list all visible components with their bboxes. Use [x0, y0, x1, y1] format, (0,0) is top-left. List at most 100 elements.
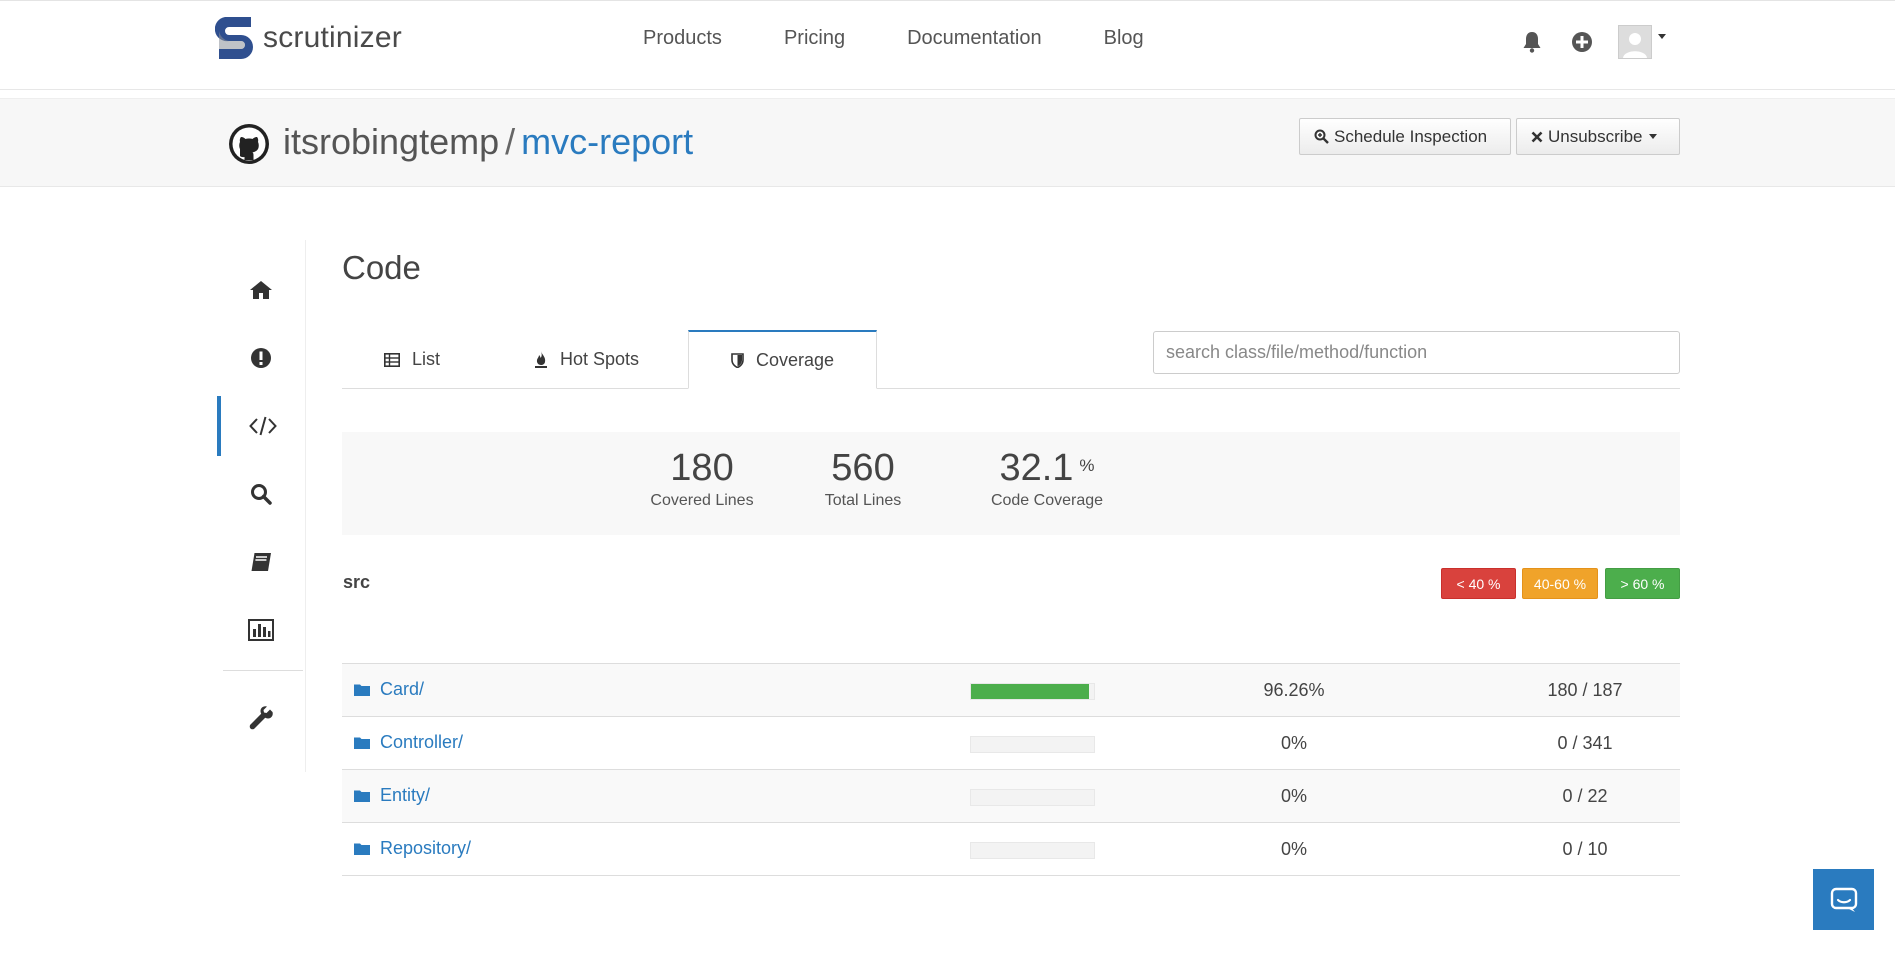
chat-icon — [1830, 887, 1857, 912]
tab-hot-spots[interactable]: Hot Spots — [534, 330, 639, 389]
nav-icons — [1518, 25, 1666, 59]
page-title: Code — [342, 249, 421, 286]
sidebar-item-statistics[interactable] — [217, 600, 305, 660]
tab-list-label: List — [412, 349, 441, 369]
repo-separator: / — [505, 121, 516, 162]
stat-label: Covered Lines — [650, 492, 754, 509]
folder-icon — [354, 736, 370, 749]
coverage-percent: 0% — [1280, 839, 1307, 859]
covered-lines: 0 / 22 — [1562, 786, 1608, 806]
folder-name: Card/ — [380, 679, 425, 699]
fire-icon — [534, 351, 548, 368]
tab-hot-spots-label: Hot Spots — [560, 349, 640, 369]
avatar — [1618, 25, 1652, 59]
sidebar-item-code[interactable] — [217, 396, 305, 456]
main-nav: Products Pricing Documentation Blog — [643, 27, 1206, 50]
stat-value: 32.1 — [999, 447, 1074, 489]
nav-blog[interactable]: Blog — [1104, 27, 1144, 50]
close-icon — [1531, 131, 1543, 143]
stat-unit: % — [1079, 456, 1095, 475]
coverage-percent: 96.26% — [1263, 680, 1325, 700]
shield-icon — [731, 352, 744, 368]
home-icon — [250, 281, 272, 299]
coverage-bar — [970, 736, 1095, 753]
user-menu[interactable] — [1618, 25, 1666, 59]
covered-lines: 180 / 187 — [1547, 680, 1623, 700]
folder-link[interactable]: Card/ — [354, 679, 424, 700]
bell-icon[interactable] — [1518, 28, 1546, 56]
chevron-down-icon — [1658, 33, 1666, 39]
table-row: Controller/ 0% 0 / 341 — [342, 717, 1680, 770]
legend-high: > 60 % — [1605, 568, 1680, 599]
left-sidebar — [217, 240, 306, 772]
unsubscribe-button[interactable]: Unsubscribe — [1516, 118, 1680, 155]
table-row: Card/ 96.26% 180 / 187 — [342, 664, 1680, 717]
folder-name: Controller/ — [380, 732, 464, 752]
stat-value-row: 32.1% — [981, 446, 1113, 490]
search-icon — [251, 484, 272, 505]
repo-header: itsrobingtemp / mvc-report Schedule Inspec… — [0, 98, 1895, 187]
stat-total-lines: 560 Total Lines — [803, 446, 923, 510]
add-circle-icon[interactable] — [1568, 28, 1596, 56]
unsubscribe-label: Unsubscribe — [1548, 126, 1643, 146]
sidebar-item-docs[interactable] — [217, 532, 305, 592]
scrutinizer-logo-icon — [215, 17, 253, 59]
stat-value: 180 — [670, 447, 734, 489]
folder-name: Entity/ — [380, 785, 431, 805]
brand-logo[interactable]: scrutinizer — [215, 15, 402, 61]
tab-list[interactable]: List — [384, 330, 440, 389]
github-icon — [229, 124, 269, 164]
exclamation-circle-icon — [251, 348, 271, 368]
schedule-inspection-button[interactable]: Schedule Inspection — [1299, 118, 1511, 155]
coverage-summary: 180 Covered Lines 560 Total Lines 32.1% … — [342, 432, 1680, 535]
tab-coverage[interactable]: Coverage — [688, 330, 877, 389]
chevron-down-icon — [1648, 134, 1657, 139]
stat-covered-lines: 180 Covered Lines — [640, 446, 764, 510]
sidebar-item-settings[interactable] — [217, 688, 305, 748]
sidebar-item-home[interactable] — [217, 260, 305, 320]
table-row: Repository/ 0% 0 / 10 — [342, 823, 1680, 876]
nav-pricing[interactable]: Pricing — [784, 27, 845, 50]
wrench-icon — [249, 706, 273, 730]
coverage-bar-fill — [971, 684, 1090, 699]
legend-low: < 40 % — [1441, 568, 1516, 599]
stat-code-coverage: 32.1% Code Coverage — [981, 446, 1113, 510]
coverage-bar — [970, 842, 1095, 859]
covered-lines: 0 / 10 — [1562, 839, 1608, 859]
nav-documentation[interactable]: Documentation — [907, 27, 1042, 50]
folder-link[interactable]: Controller/ — [354, 732, 463, 753]
code-icon — [249, 416, 277, 436]
zoom-in-icon — [1314, 129, 1329, 144]
stat-label: Code Coverage — [990, 492, 1104, 509]
sidebar-divider — [223, 670, 303, 671]
legend-medium: 40-60 % — [1522, 568, 1598, 599]
table-icon — [384, 352, 400, 367]
coverage-bar — [970, 789, 1095, 806]
folder-icon — [354, 683, 370, 696]
top-navbar: scrutinizer Products Pricing Documentati… — [0, 0, 1895, 90]
book-icon — [250, 552, 271, 572]
tab-coverage-label: Coverage — [755, 349, 835, 370]
stat-label: Total Lines — [824, 492, 902, 509]
covered-lines: 0 / 341 — [1557, 733, 1613, 753]
repo-name[interactable]: mvc-report — [521, 121, 693, 162]
stat-value: 560 — [831, 447, 895, 489]
folder-link[interactable]: Entity/ — [354, 785, 430, 806]
bar-chart-icon — [248, 619, 274, 641]
chat-launcher-button[interactable] — [1813, 869, 1874, 930]
search-input[interactable] — [1153, 331, 1680, 374]
folder-link[interactable]: Repository/ — [354, 838, 471, 859]
coverage-bar — [970, 683, 1095, 700]
folder-name: Repository/ — [380, 838, 472, 858]
table-row: Entity/ 0% 0 / 22 — [342, 770, 1680, 823]
coverage-percent: 0% — [1280, 733, 1307, 753]
folder-icon — [354, 789, 370, 802]
coverage-percent: 0% — [1280, 786, 1307, 806]
nav-products[interactable]: Products — [643, 27, 722, 50]
sidebar-item-issues[interactable] — [217, 328, 305, 388]
repo-title: itsrobingtemp / mvc-report — [283, 121, 693, 163]
repo-owner[interactable]: itsrobingtemp — [283, 121, 499, 162]
sidebar-item-search[interactable] — [217, 464, 305, 524]
schedule-inspection-label: Schedule Inspection — [1334, 126, 1488, 146]
coverage-table: Card/ 96.26% 180 / 187 Controller/ 0% 0 … — [342, 663, 1680, 876]
